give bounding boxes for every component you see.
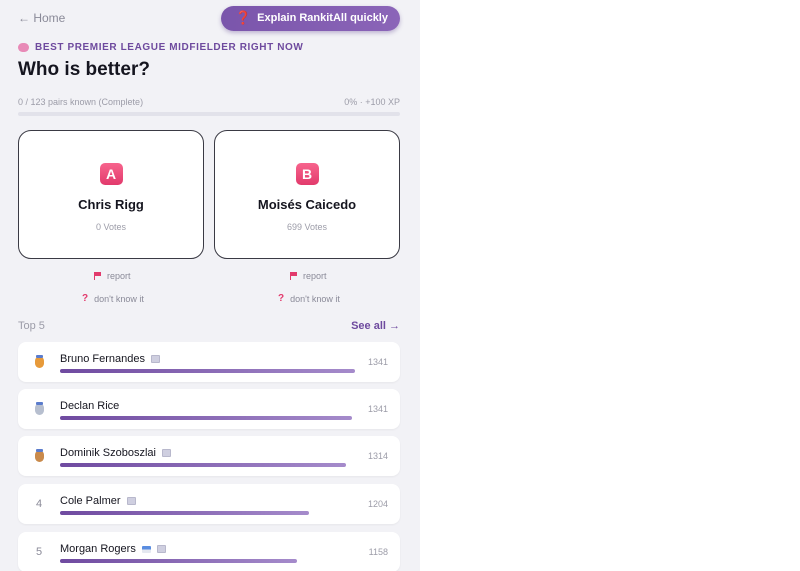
rank-cell	[32, 389, 46, 429]
flag-icon	[290, 272, 297, 280]
chart-icon	[151, 355, 160, 363]
player-name: Dominik Szoboszlai	[60, 447, 156, 459]
question-icon: ?	[278, 293, 285, 304]
progress-bar	[18, 112, 400, 116]
question-icon: ❓	[234, 10, 252, 25]
progress-right-text: 0% · +100 XP	[344, 97, 400, 107]
player-name-cell: Morgan Rogers	[60, 543, 166, 555]
chart-icon	[161, 449, 171, 457]
player-name-cell: Bruno Fernandes	[60, 353, 160, 365]
home-link[interactable]: ← Home	[18, 11, 65, 25]
option-b-dont-know-link[interactable]: ? don't know it	[278, 293, 340, 304]
option-b-card[interactable]: B Moisés Caicedo 699 Votes	[214, 130, 400, 259]
top-label: Top 5	[18, 320, 45, 332]
main-panel: ← Home ❓ Explain RankitAll quickly BEST …	[0, 0, 420, 571]
bronze-medal-icon	[34, 448, 44, 462]
player-score: 1204	[367, 499, 388, 509]
top-bar: ← Home ❓ Explain RankitAll quickly	[18, 5, 400, 31]
progress-left-text: 0 / 123 pairs known (Complete)	[18, 97, 144, 107]
player-name-cell: Declan Rice	[60, 400, 119, 412]
top-section-header: Top 5 See all →	[18, 320, 400, 332]
player-score: 1341	[367, 404, 388, 414]
rank-number: 4	[35, 498, 43, 510]
player-name-cell: Dominik Szoboszlai	[60, 447, 171, 459]
category-label: BEST PREMIER LEAGUE MIDFIELDER RIGHT NOW	[18, 42, 303, 53]
player-name: Cole Palmer	[60, 495, 121, 507]
option-a-dont-know-link[interactable]: ? don't know it	[82, 293, 144, 304]
score-bar	[60, 559, 297, 563]
player-name: Declan Rice	[60, 400, 120, 412]
option-a-votes: 0 Votes	[95, 222, 127, 232]
player-score: 1314	[367, 451, 388, 461]
option-a-badge: A	[99, 163, 123, 185]
option-a-name: Chris Rigg	[78, 197, 144, 212]
chart-icon	[156, 545, 166, 553]
score-bar	[60, 463, 346, 467]
dont-know-label: don't know it	[94, 293, 144, 304]
question-icon: ?	[82, 293, 89, 304]
score-bar	[60, 416, 352, 420]
player-name: Bruno Fernandes	[60, 353, 145, 365]
option-b-name: Moisés Caicedo	[257, 197, 357, 212]
leaderboard-row[interactable]: 5 Morgan Rogers 1158	[18, 532, 400, 571]
explain-button[interactable]: ❓ Explain RankitAll quickly	[220, 5, 400, 31]
leaderboard-row[interactable]: Bruno Fernandes 1341	[18, 342, 400, 382]
leaderboard-row[interactable]: Dominik Szoboszlai 1314	[18, 436, 400, 476]
score-bar	[60, 511, 309, 515]
leaderboard-row[interactable]: Declan Rice 1341	[18, 389, 400, 429]
score-bar	[60, 369, 355, 373]
player-score: 1341	[367, 357, 388, 367]
gold-medal-icon	[34, 354, 44, 368]
option-b-votes: 699 Votes	[286, 222, 328, 232]
dont-know-label: don't know it	[290, 293, 340, 304]
brain-icon	[18, 43, 29, 52]
explain-label: Explain RankitAll quickly	[257, 12, 388, 24]
player-score: 1158	[368, 547, 388, 557]
leaderboard-row[interactable]: 4 Cole Palmer 1204	[18, 484, 400, 524]
option-a-card[interactable]: A Chris Rigg 0 Votes	[18, 130, 204, 259]
report-label: report	[107, 271, 131, 281]
report-label: report	[303, 271, 327, 281]
silver-medal-icon	[34, 401, 44, 415]
rank-number: 5	[35, 546, 43, 558]
progress-info: 0 / 123 pairs known (Complete) 0% · +100…	[18, 97, 400, 107]
option-b-badge: B	[295, 163, 319, 185]
category-text: BEST PREMIER LEAGUE MIDFIELDER RIGHT NOW	[35, 42, 304, 53]
player-name-cell: Cole Palmer	[60, 495, 136, 507]
page-title: Who is better?	[18, 59, 150, 80]
see-all-link[interactable]: See all →	[351, 320, 400, 332]
rank-cell	[32, 436, 46, 476]
option-a-report-link[interactable]: report	[94, 271, 131, 281]
chart-icon	[126, 497, 136, 505]
option-b-report-link[interactable]: report	[290, 271, 327, 281]
flag-icon	[141, 545, 151, 553]
flag-icon	[94, 272, 101, 280]
player-name: Morgan Rogers	[60, 543, 136, 555]
rank-cell	[32, 342, 46, 382]
